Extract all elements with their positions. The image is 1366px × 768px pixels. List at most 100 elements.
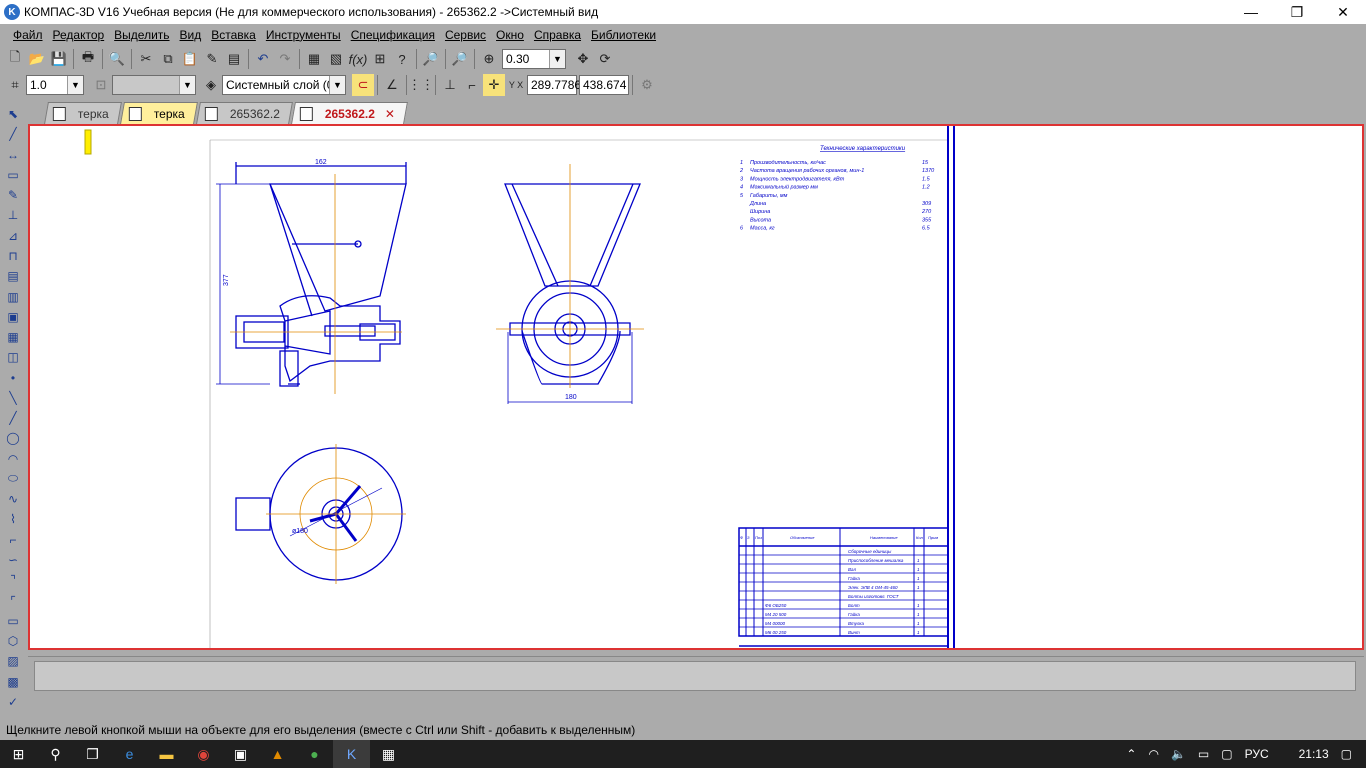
- battery-icon[interactable]: ▭: [1198, 747, 1209, 761]
- windows-start-icon[interactable]: ⊞: [0, 740, 37, 768]
- library-manager-icon[interactable]: ▧: [325, 48, 347, 70]
- refresh-icon[interactable]: ⟳: [594, 48, 616, 70]
- help-pointer-icon[interactable]: ?: [391, 48, 413, 70]
- chevron-up-icon[interactable]: ⌃: [1126, 747, 1136, 761]
- fragment-icon[interactable]: ▦: [3, 327, 23, 347]
- parameters-icon[interactable]: ⚙: [636, 74, 658, 96]
- print-preview-icon[interactable]: 🔍: [106, 48, 128, 70]
- menu-libraries[interactable]: Библиотеки: [586, 28, 661, 42]
- ortho-icon[interactable]: ⌐: [461, 74, 483, 96]
- zoom-scale-select[interactable]: 0.30 ▼: [502, 49, 566, 69]
- copy-icon[interactable]: ⧉: [157, 48, 179, 70]
- menu-select[interactable]: Выделить: [109, 28, 174, 42]
- round-icon[interactable]: ✛: [483, 74, 505, 96]
- print-icon[interactable]: 🖶: [77, 48, 99, 70]
- tab-terka-2[interactable]: терка: [119, 102, 198, 124]
- segment-icon[interactable]: ╱: [3, 408, 23, 428]
- drawing-canvas[interactable]: 377 162 180 ø180 Технические характерист…: [28, 124, 1364, 650]
- layers-panel-icon[interactable]: ◫: [3, 347, 23, 367]
- ellipse-icon[interactable]: ⬭: [3, 469, 23, 489]
- snap-magnet-icon[interactable]: ⊂: [352, 74, 374, 96]
- cursor-step-icon[interactable]: ⌗: [4, 74, 26, 96]
- menu-view[interactable]: Вид: [175, 28, 207, 42]
- circle-icon[interactable]: ◯: [3, 428, 23, 448]
- paste-icon[interactable]: 📋: [179, 48, 201, 70]
- store-icon[interactable]: ▣: [222, 740, 259, 768]
- chevron-down-icon[interactable]: ▼: [549, 50, 565, 68]
- edge-browser-icon[interactable]: e: [111, 740, 148, 768]
- layer-select[interactable]: Системный слой (0) ▼: [222, 75, 346, 95]
- chevron-down-icon[interactable]: ▼: [67, 76, 83, 94]
- tab-terka-1[interactable]: терка: [44, 102, 122, 124]
- pan-icon[interactable]: ✥: [572, 48, 594, 70]
- minimize-button[interactable]: —: [1228, 0, 1274, 24]
- tab-265362-active[interactable]: 265362.2 ✕: [290, 102, 408, 124]
- coords-icon[interactable]: Y X: [505, 74, 527, 96]
- chevron-down-icon[interactable]: ▼: [179, 76, 195, 94]
- step-select[interactable]: 1.0 ▼: [26, 75, 84, 95]
- maximize-button[interactable]: ❐: [1274, 0, 1320, 24]
- angle-icon[interactable]: ∠: [381, 74, 403, 96]
- film-icon[interactable]: ▦: [370, 740, 407, 768]
- line-icon[interactable]: ╲: [3, 388, 23, 408]
- zoom-fit-icon[interactable]: 🔎: [449, 48, 471, 70]
- parametrization-icon[interactable]: ⊥: [3, 205, 23, 225]
- property-panel-field[interactable]: [34, 661, 1356, 691]
- spline-icon[interactable]: ∿: [3, 489, 23, 509]
- globe-icon[interactable]: ●: [296, 740, 333, 768]
- save-icon[interactable]: 💾: [48, 48, 70, 70]
- search-icon[interactable]: ⚲: [37, 740, 74, 768]
- menu-editor[interactable]: Редактор: [48, 28, 110, 42]
- variables-icon[interactable]: f(x): [347, 48, 369, 70]
- select-icon[interactable]: ⬉: [3, 104, 23, 124]
- geometry-icon[interactable]: ╱: [3, 124, 23, 144]
- point-icon[interactable]: •: [3, 367, 23, 387]
- menu-tools[interactable]: Инструменты: [261, 28, 346, 42]
- close-button[interactable]: ✕: [1320, 0, 1366, 24]
- insert-icon[interactable]: ▣: [3, 307, 23, 327]
- symbols-icon[interactable]: ▭: [3, 165, 23, 185]
- state-icon[interactable]: ⊡: [90, 74, 112, 96]
- open-folder-icon[interactable]: 📂: [26, 48, 48, 70]
- chevron-down-icon[interactable]: ▼: [329, 76, 345, 94]
- contour-icon[interactable]: ⌐: [3, 530, 23, 550]
- measure-icon[interactable]: ⊿: [3, 226, 23, 246]
- message-icon[interactable]: ▢: [1221, 747, 1232, 761]
- menu-specification[interactable]: Спецификация: [346, 28, 440, 42]
- rectangle-icon[interactable]: ▭: [3, 611, 23, 631]
- polygon-icon[interactable]: ⬡: [3, 631, 23, 651]
- menu-service[interactable]: Сервис: [440, 28, 491, 42]
- zoom-window-icon[interactable]: 🔎: [420, 48, 442, 70]
- bezier-icon[interactable]: ∽: [3, 550, 23, 570]
- tab-265362-1[interactable]: 265362.2: [195, 102, 293, 124]
- new-document-icon[interactable]: 🗋: [4, 48, 26, 70]
- fillet-icon[interactable]: ⌜: [3, 590, 23, 610]
- menu-help[interactable]: Справка: [529, 28, 586, 42]
- reports-icon[interactable]: ▥: [3, 286, 23, 306]
- chamfer-icon[interactable]: ⌝: [3, 570, 23, 590]
- volume-icon[interactable]: 🔈: [1171, 747, 1186, 761]
- menu-insert[interactable]: Вставка: [206, 28, 261, 42]
- coord-y-field[interactable]: 438.674: [579, 75, 629, 95]
- task-view-icon[interactable]: ❐: [74, 740, 111, 768]
- redo-icon[interactable]: ↷: [274, 48, 296, 70]
- properties-icon[interactable]: ▤: [223, 48, 245, 70]
- layers-icon[interactable]: ◈: [200, 74, 222, 96]
- network-icon[interactable]: ◠: [1148, 747, 1158, 761]
- clock[interactable]: 21:13: [1299, 747, 1329, 761]
- drawing-sheet[interactable]: 377 162 180 ø180 Технические характерист…: [30, 126, 1362, 648]
- cut-icon[interactable]: ✂: [135, 48, 157, 70]
- chrome-icon[interactable]: ◉: [185, 740, 222, 768]
- kompas-taskbar-icon[interactable]: K: [333, 740, 370, 768]
- file-explorer-icon[interactable]: ▬: [148, 740, 185, 768]
- select-region-icon[interactable]: ⊓: [3, 246, 23, 266]
- coord-x-field[interactable]: 289.7786: [527, 75, 581, 95]
- calculator-icon[interactable]: ⊞: [369, 48, 391, 70]
- grid-icon[interactable]: ⋮⋮: [408, 74, 434, 96]
- spec-icon[interactable]: ▤: [3, 266, 23, 286]
- hatch-icon[interactable]: ▨: [3, 651, 23, 671]
- style-select[interactable]: ▼: [112, 75, 196, 95]
- arc-icon[interactable]: ◠: [3, 449, 23, 469]
- local-cs-icon[interactable]: ⊥: [439, 74, 461, 96]
- format-painter-icon[interactable]: ✎: [201, 48, 223, 70]
